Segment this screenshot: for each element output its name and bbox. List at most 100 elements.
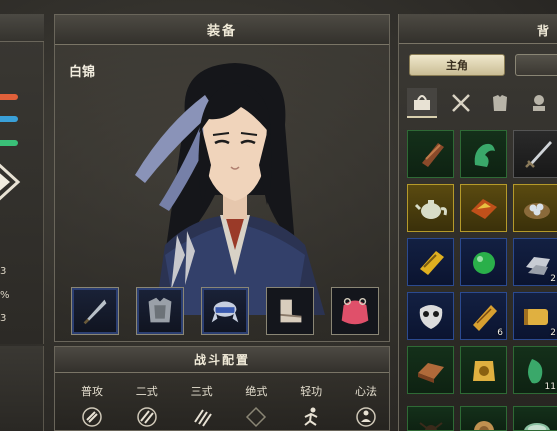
all-items-icon xyxy=(414,95,430,110)
skill-label: 绝式 xyxy=(245,385,268,398)
item-count: 11 xyxy=(544,382,556,392)
inventory-item[interactable] xyxy=(407,346,454,394)
skill-tab-second[interactable]: 二式 xyxy=(124,383,170,429)
inventory-panel: 背 主角 2 6 2 11 xyxy=(398,14,557,431)
herb-box-icon xyxy=(471,199,497,219)
character-portrait xyxy=(135,63,325,315)
equip-slot-accessory[interactable] xyxy=(331,287,379,335)
left-stat-3: 3 xyxy=(0,313,7,324)
headband-icon xyxy=(211,301,239,323)
empty-diamond-icon xyxy=(246,406,267,428)
tab-main-character[interactable]: 主角 xyxy=(409,54,505,76)
skill-tab-inner-art[interactable]: 心法 xyxy=(343,383,389,429)
inventory-item[interactable]: 6 xyxy=(460,292,507,340)
gold-token-icon xyxy=(473,361,495,381)
equip-slot-weapon[interactable] xyxy=(71,287,119,335)
inventory-item[interactable] xyxy=(460,130,507,178)
equip-slot-head[interactable] xyxy=(201,287,249,335)
skill-label: 轻功 xyxy=(300,385,323,398)
left-bottom-panel xyxy=(0,346,44,431)
skill-tab-lightness[interactable]: 轻功 xyxy=(288,383,334,429)
battle-config-title: 战斗配置 xyxy=(193,353,250,367)
weapons-icon xyxy=(452,94,470,112)
inventory-row-partial xyxy=(407,406,557,431)
stat-bar-red xyxy=(0,94,18,100)
accessories-icon xyxy=(533,95,545,111)
battle-config-panel: 战斗配置 普攻 二式 三式 绝式 轻功 心法 xyxy=(54,346,390,431)
category-all[interactable] xyxy=(407,88,437,118)
stat-bar-blue xyxy=(0,116,18,122)
inventory-item[interactable] xyxy=(407,406,454,431)
inventory-item[interactable] xyxy=(460,184,507,232)
skill-tab-ultimate[interactable]: 绝式 xyxy=(233,383,279,429)
stat-bar-green xyxy=(0,140,18,146)
skill-tab-third[interactable]: 三式 xyxy=(179,383,225,429)
claw-icon xyxy=(137,407,157,427)
equipment-title: 装备 xyxy=(206,24,237,39)
category-armor[interactable] xyxy=(485,88,515,118)
armor-icon xyxy=(148,297,172,323)
skill-label: 二式 xyxy=(135,385,158,398)
left-emblem-icon xyxy=(0,162,22,208)
left-stat-2: % xyxy=(0,290,10,301)
spider-icon xyxy=(418,422,444,430)
equip-slot-boots[interactable] xyxy=(266,287,314,335)
bowl-icon xyxy=(524,423,550,430)
boots-icon xyxy=(280,299,302,323)
meditation-icon xyxy=(356,407,376,427)
fist-icon xyxy=(82,407,102,427)
skill-label: 心法 xyxy=(354,385,377,398)
inventory-title: 背 xyxy=(537,24,550,38)
inventory-item[interactable] xyxy=(407,238,454,286)
triple-slash-icon xyxy=(193,409,212,427)
jade-dragon-icon xyxy=(474,143,495,167)
wood-log-icon xyxy=(474,421,494,430)
category-accessories[interactable] xyxy=(524,88,554,118)
inventory-item[interactable] xyxy=(513,184,557,232)
dagger-icon xyxy=(83,299,107,325)
pouch-icon xyxy=(341,297,369,325)
armor-category-icon xyxy=(493,95,507,111)
skill-label: 普攻 xyxy=(81,385,103,398)
skill-label: 三式 xyxy=(190,385,213,398)
inventory-grid: 2 6 2 11 xyxy=(407,130,557,394)
category-tabs xyxy=(407,88,554,118)
sword-icon xyxy=(525,141,552,168)
skill-tab-basic[interactable]: 普攻 xyxy=(69,383,115,429)
inventory-item[interactable] xyxy=(513,130,557,178)
item-count: 2 xyxy=(550,328,556,338)
inventory-item[interactable] xyxy=(460,238,507,286)
skill-tabs: 普攻 二式 三式 绝式 轻功 心法 xyxy=(69,383,389,429)
category-weapons[interactable] xyxy=(446,88,476,118)
battle-config-header: 战斗配置 xyxy=(55,347,389,373)
equipment-slots xyxy=(71,287,379,335)
tab-main-label: 主角 xyxy=(446,59,468,72)
item-count: 2 xyxy=(550,274,556,284)
equip-slot-armor[interactable] xyxy=(136,287,184,335)
leaping-figure-icon xyxy=(304,407,318,426)
left-stat-1: 3 xyxy=(0,266,7,277)
inventory-item[interactable] xyxy=(513,406,557,431)
teapot-icon xyxy=(414,200,447,219)
character-name: 白锦 xyxy=(69,65,96,80)
manual-book-icon xyxy=(420,251,444,275)
inventory-item[interactable] xyxy=(460,346,507,394)
item-count: 6 xyxy=(497,328,503,338)
inventory-item[interactable] xyxy=(407,292,454,340)
inventory-header: 背 xyxy=(399,14,557,44)
equipment-panel-header: 装备 xyxy=(55,15,389,45)
inventory-item[interactable]: 2 xyxy=(513,292,557,340)
brick-icon xyxy=(418,363,444,383)
mask-icon xyxy=(419,305,443,329)
inventory-item[interactable] xyxy=(460,406,507,431)
left-panel-header xyxy=(0,14,44,42)
inventory-item[interactable] xyxy=(407,130,454,178)
bracer-icon xyxy=(422,143,444,167)
inventory-item[interactable]: 2 xyxy=(513,238,557,286)
tab-other-character[interactable] xyxy=(515,54,557,76)
inventory-item[interactable]: 11 xyxy=(513,346,557,394)
bird-nest-icon xyxy=(524,203,550,219)
inventory-item[interactable] xyxy=(407,184,454,232)
equipment-panel: 装备 白锦 xyxy=(54,14,390,342)
green-orb-icon xyxy=(473,252,495,274)
